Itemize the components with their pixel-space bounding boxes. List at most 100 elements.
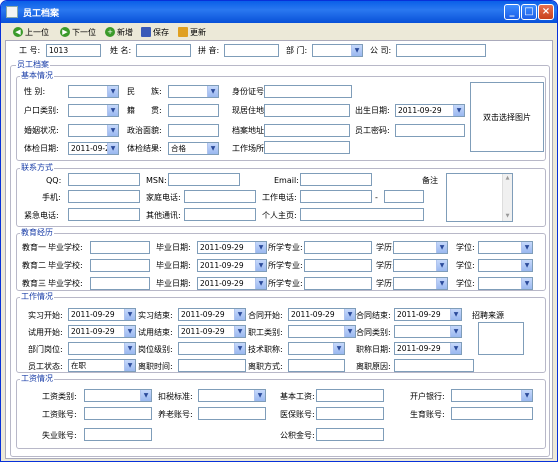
source-textarea[interactable] — [478, 322, 524, 355]
origin-input[interactable] — [168, 104, 219, 117]
edu-degree-select[interactable]: ▼ — [393, 277, 448, 290]
address-input[interactable] — [264, 104, 350, 117]
edu-grade-select[interactable]: ▼ — [478, 277, 533, 290]
dept-select[interactable]: ▼ — [312, 44, 363, 57]
salary-type-select[interactable]: ▼ — [84, 389, 152, 402]
salary-acct-label: 工资账号: — [42, 410, 77, 419]
tech-title-select[interactable]: ▼ — [288, 342, 345, 355]
leave-reason-input[interactable] — [394, 359, 474, 372]
leave-time-input[interactable] — [178, 359, 246, 372]
other-input[interactable] — [184, 208, 256, 221]
edu-school-input[interactable] — [90, 241, 150, 254]
salary-acct-input[interactable] — [84, 407, 152, 420]
bank-select[interactable]: ▼ — [451, 389, 533, 402]
edu-date-picker[interactable]: 2011-09-29 ▼ — [197, 241, 267, 254]
maximize-button[interactable]: □ — [521, 4, 537, 20]
physresult-select[interactable]: 合格 ▼ — [168, 142, 219, 155]
edu-major-label: 所学专业: — [268, 243, 303, 252]
close-button[interactable]: × — [538, 4, 554, 20]
edu-date-picker[interactable]: 2011-09-29 ▼ — [197, 277, 267, 290]
hukou-select[interactable]: ▼ — [68, 104, 119, 117]
mobile-input[interactable] — [68, 190, 140, 203]
password-input[interactable] — [395, 124, 465, 137]
workphone-input[interactable] — [300, 190, 372, 203]
contract-type-select[interactable]: ▼ — [394, 325, 462, 338]
edu-date-picker[interactable]: 2011-09-29 ▼ — [197, 259, 267, 272]
company-input[interactable] — [396, 44, 486, 57]
base-salary-input[interactable] — [316, 389, 384, 402]
status-select[interactable]: 在职 ▼ — [68, 359, 136, 372]
fund-acct-input[interactable] — [316, 428, 384, 441]
ethnic-select[interactable]: ▼ — [168, 85, 219, 98]
qq-input[interactable] — [68, 173, 140, 186]
scroll-up-icon[interactable]: ▲ — [503, 174, 512, 183]
unemploy-acct-input[interactable] — [84, 428, 152, 441]
edu-degree-label: 学历: — [376, 243, 395, 252]
leave-way-input[interactable] — [288, 359, 345, 372]
minimize-button[interactable]: _ — [504, 4, 520, 20]
maternity-acct-input[interactable] — [451, 407, 533, 420]
chevron-down-icon: ▼ — [450, 343, 461, 354]
dept-post-select[interactable]: ▼ — [68, 342, 136, 355]
pension-acct-input[interactable] — [198, 407, 266, 420]
tech-title-label: 技术职称: — [248, 345, 283, 354]
homephone-input[interactable] — [184, 190, 256, 203]
trial-start-picker[interactable]: 2011-09-29 ▼ — [68, 325, 136, 338]
contract-start-picker[interactable]: 2011-09-29 ▼ — [288, 308, 356, 321]
marriage-label: 婚姻状况: — [24, 126, 59, 135]
chevron-down-icon: ▼ — [521, 242, 532, 253]
intern-start-picker[interactable]: 2011-09-29 ▼ — [68, 308, 136, 321]
email-input[interactable] — [300, 173, 372, 186]
mobile-label: 手机: — [42, 193, 61, 202]
tax-std-select[interactable]: ▼ — [198, 389, 266, 402]
msn-input[interactable] — [168, 173, 240, 186]
homepage-input[interactable] — [300, 208, 424, 221]
leave-time-label: 离职时间: — [138, 362, 173, 371]
scroll-down-icon[interactable]: ▼ — [503, 212, 512, 221]
dept-label: 部 门: — [286, 46, 308, 55]
idcard-input[interactable] — [264, 85, 352, 98]
content-panel: 工 号: 1013 姓 名: 拼 音: 部 门: ▼ 公 司: 员工档案 基本情… — [5, 40, 553, 459]
edu-grade-select[interactable]: ▼ — [478, 241, 533, 254]
edu-degree-select[interactable]: ▼ — [393, 241, 448, 254]
edu-major-input[interactable] — [304, 241, 372, 254]
edu-degree-select[interactable]: ▼ — [393, 259, 448, 272]
edu-major-input[interactable] — [304, 259, 372, 272]
political-input[interactable] — [168, 124, 219, 137]
photo-box[interactable]: 双击选择图片 — [470, 82, 544, 152]
edu-grade-select[interactable]: ▼ — [478, 259, 533, 272]
edu-school-input[interactable] — [90, 277, 150, 290]
category-select[interactable]: ▼ — [288, 325, 356, 338]
title-date-picker[interactable]: 2011-09-29 ▼ — [394, 342, 462, 355]
trial-end-picker[interactable]: 2011-09-29 ▼ — [178, 325, 246, 338]
pinyin-input[interactable] — [224, 44, 279, 57]
workphone-ext-input[interactable] — [384, 190, 424, 203]
next-button[interactable]: ▶ 下一位 — [60, 25, 96, 39]
edu-row-label: 教育一 — [22, 243, 46, 252]
physdate-picker[interactable]: 2011-09-29 ▼ — [68, 142, 119, 155]
emp-no-input[interactable]: 1013 — [46, 44, 101, 57]
post-level-select[interactable]: ▼ — [178, 342, 246, 355]
name-input[interactable] — [136, 44, 191, 57]
save-button[interactable]: 保存 — [141, 25, 169, 39]
source-label: 招聘来源 — [472, 311, 504, 320]
archive-input[interactable] — [264, 124, 350, 137]
intern-end-picker[interactable]: 2011-09-29 ▼ — [178, 308, 246, 321]
prev-button[interactable]: ◀ 上一位 — [13, 25, 49, 39]
update-button[interactable]: 更新 — [178, 25, 206, 39]
chevron-down-icon: ▼ — [255, 278, 266, 289]
emergency-input[interactable] — [68, 208, 140, 221]
note-textarea[interactable]: ▲ ▼ — [446, 173, 513, 222]
add-button[interactable]: + 新增 — [105, 25, 133, 39]
edu-major-input[interactable] — [304, 277, 372, 290]
note-scrollbar[interactable]: ▲ ▼ — [502, 174, 512, 221]
chevron-down-icon: ▼ — [450, 326, 461, 337]
workplace-input[interactable] — [264, 141, 350, 154]
gender-select[interactable]: ▼ — [68, 85, 119, 98]
marriage-select[interactable]: ▼ — [68, 124, 119, 137]
birth-date-picker[interactable]: 2011-09-29 ▼ — [395, 104, 465, 117]
origin-label-b: 贯: — [151, 106, 162, 115]
contract-end-picker[interactable]: 2011-09-29 ▼ — [394, 308, 462, 321]
medical-acct-input[interactable] — [316, 407, 384, 420]
edu-school-input[interactable] — [90, 259, 150, 272]
